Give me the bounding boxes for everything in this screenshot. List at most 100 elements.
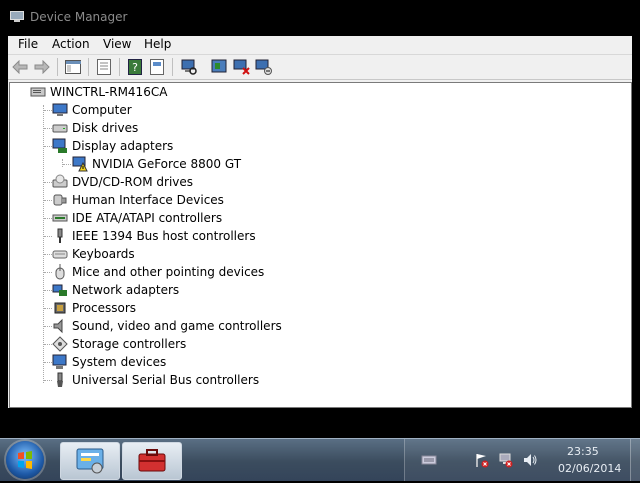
properties-icon[interactable] bbox=[95, 58, 113, 76]
control-panel-icon bbox=[76, 448, 104, 474]
tree-root[interactable]: WINCTRL-RM416CA bbox=[30, 83, 167, 101]
tree-category-network-adapter[interactable]: Network adapters bbox=[52, 281, 179, 299]
show-hide-console-tree-icon[interactable] bbox=[64, 58, 82, 76]
tree-category-label: Mice and other pointing devices bbox=[72, 265, 265, 279]
windows-logo-icon bbox=[18, 451, 32, 469]
toolbar-separator bbox=[172, 58, 173, 76]
keyboard-icon bbox=[52, 250, 68, 259]
toolbar-separator bbox=[88, 58, 89, 76]
menu-file[interactable]: File bbox=[18, 37, 38, 51]
clock-time[interactable]: 23:35 bbox=[567, 445, 599, 458]
tree-category-mouse[interactable]: Mice and other pointing devices bbox=[52, 263, 264, 281]
toolbar: ? bbox=[8, 55, 632, 80]
tree-category-storage-controller[interactable]: Storage controllers bbox=[52, 335, 186, 353]
tree-guide-line bbox=[62, 159, 63, 167]
device-manager-app-icon bbox=[10, 11, 24, 22]
tree-category-hid[interactable]: Human Interface Devices bbox=[52, 191, 224, 209]
tree-category-computer[interactable]: Computer bbox=[52, 101, 132, 119]
tree-category-label: System devices bbox=[72, 355, 167, 369]
tree-category-label: Computer bbox=[72, 103, 132, 117]
tree-category-usb[interactable]: Universal Serial Bus controllers bbox=[52, 371, 259, 389]
ide-controller-icon bbox=[52, 214, 68, 222]
tree-connector bbox=[44, 344, 52, 345]
tree-category-label: IEEE 1394 Bus host controllers bbox=[72, 229, 256, 243]
disable-device-icon[interactable] bbox=[255, 58, 273, 76]
update-driver-icon[interactable] bbox=[211, 58, 229, 76]
uninstall-device-icon[interactable] bbox=[233, 58, 251, 76]
start-button[interactable] bbox=[6, 441, 44, 479]
volume-icon[interactable] bbox=[522, 452, 538, 468]
svg-text:?: ? bbox=[132, 61, 138, 74]
tree-category-dvd-drive[interactable]: DVD/CD-ROM drives bbox=[52, 173, 193, 191]
tree-connector bbox=[44, 200, 52, 201]
tree-category-label: Processors bbox=[72, 301, 137, 315]
window-client-area: File Action View Help ? WINCTRL-RM416CA … bbox=[8, 36, 632, 408]
tree-category-label: Universal Serial Bus controllers bbox=[72, 373, 260, 387]
tree-connector bbox=[44, 146, 52, 147]
disk-drive-icon bbox=[52, 124, 68, 133]
dvd-drive-icon bbox=[52, 174, 68, 188]
network-icon[interactable] bbox=[498, 452, 514, 468]
tree-connector bbox=[44, 308, 52, 309]
tree-category-label: DVD/CD-ROM drives bbox=[72, 175, 194, 189]
menu-help[interactable]: Help bbox=[144, 37, 171, 51]
window-frame: File Action View Help ? WINCTRL-RM416CA … bbox=[0, 34, 640, 438]
sound-icon bbox=[53, 318, 63, 334]
toolbar-separator bbox=[57, 58, 58, 76]
tree-category-label: Sound, video and game controllers bbox=[72, 319, 282, 333]
device-tree[interactable]: WINCTRL-RM416CA Computer Disk drives Displ… bbox=[9, 82, 632, 408]
tree-category-ide-controller[interactable]: IDE ATA/ATAPI controllers bbox=[52, 209, 222, 227]
action-center-icon[interactable] bbox=[474, 452, 490, 468]
tree-device-label: NVIDIA GeForce 8800 GT bbox=[92, 157, 242, 171]
forward-icon[interactable] bbox=[33, 58, 51, 76]
show-desktop-button[interactable] bbox=[630, 439, 640, 481]
tree-connector bbox=[44, 272, 52, 273]
scan-hardware-icon[interactable] bbox=[180, 58, 198, 76]
taskbar-toolbox[interactable] bbox=[122, 442, 182, 480]
clock-date[interactable]: 02/06/2014 bbox=[558, 462, 621, 475]
system-devices-icon bbox=[52, 354, 67, 369]
toolbox-icon bbox=[138, 449, 166, 472]
tree-connector bbox=[44, 254, 52, 255]
tree-category-label: Display adapters bbox=[72, 139, 174, 153]
tree-connector bbox=[44, 326, 52, 327]
tree-connector bbox=[44, 380, 52, 381]
properties-sheet-icon[interactable] bbox=[148, 58, 166, 76]
computer-icon bbox=[52, 103, 68, 116]
back-icon[interactable] bbox=[11, 58, 29, 76]
processor-icon bbox=[54, 302, 66, 314]
tree-connector bbox=[44, 110, 52, 111]
tree-category-label: Human Interface Devices bbox=[72, 193, 224, 207]
tree-category-processor[interactable]: Processors bbox=[52, 299, 136, 317]
tree-category-ieee1394[interactable]: IEEE 1394 Bus host controllers bbox=[52, 227, 256, 245]
tree-category-display-adapter[interactable]: Display adapters bbox=[52, 137, 173, 155]
tree-category-disk-drive[interactable]: Disk drives bbox=[52, 119, 138, 137]
tree-connector bbox=[44, 128, 52, 129]
computer-root-icon bbox=[30, 87, 46, 97]
display-adapter-icon bbox=[52, 138, 67, 153]
hid-icon bbox=[53, 194, 67, 206]
keyboard-tray-icon[interactable] bbox=[421, 452, 437, 468]
network-adapter-icon bbox=[52, 284, 67, 296]
tree-category-label: Keyboards bbox=[72, 247, 135, 261]
taskbar-control-panel[interactable] bbox=[60, 442, 120, 480]
tree-connector bbox=[44, 218, 52, 219]
tree-connector bbox=[44, 290, 52, 291]
tree-category-keyboard[interactable]: Keyboards bbox=[52, 245, 135, 263]
usb-icon bbox=[57, 372, 63, 387]
ieee1394-icon bbox=[57, 228, 63, 243]
menu-bar: File Action View Help bbox=[8, 36, 632, 54]
tree-category-label: Disk drives bbox=[72, 121, 139, 135]
title-bar[interactable]: Device Manager bbox=[0, 0, 640, 34]
tree-connector bbox=[44, 362, 52, 363]
tree-category-sound[interactable]: Sound, video and game controllers bbox=[52, 317, 282, 335]
tree-category-system-devices[interactable]: System devices bbox=[52, 353, 166, 371]
help-icon[interactable]: ? bbox=[126, 58, 144, 76]
tree-root-label: WINCTRL-RM416CA bbox=[50, 85, 168, 99]
tree-device-nvidia-geforce[interactable]: NVIDIA GeForce 8800 GT bbox=[72, 155, 241, 173]
taskbar: 23:35 02/06/2014 bbox=[0, 438, 640, 481]
menu-action[interactable]: Action bbox=[52, 37, 90, 51]
menu-view[interactable]: View bbox=[103, 37, 131, 51]
tree-category-label: Network adapters bbox=[72, 283, 180, 297]
storage-controller-icon bbox=[52, 336, 68, 352]
